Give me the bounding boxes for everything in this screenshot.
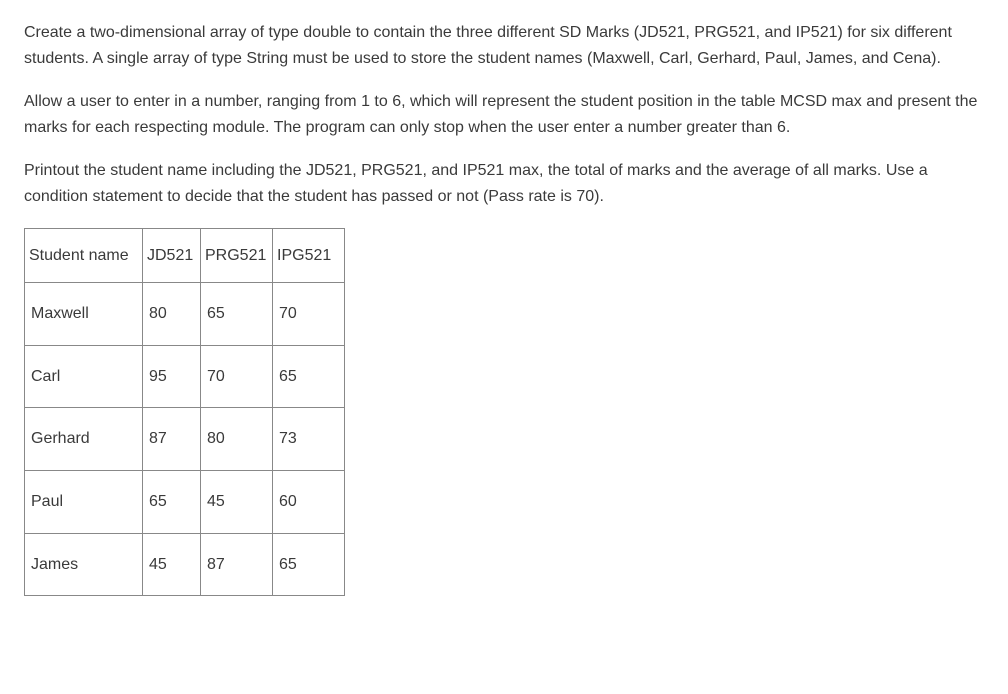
header-prg521: PRG521 [201, 228, 273, 283]
cell-jd521: 45 [143, 533, 201, 596]
cell-student-name: Carl [25, 345, 143, 408]
cell-jd521: 87 [143, 408, 201, 471]
table-row: James 45 87 65 [25, 533, 345, 596]
cell-jd521: 65 [143, 470, 201, 533]
cell-prg521: 80 [201, 408, 273, 471]
header-ipg521: IPG521 [273, 228, 345, 283]
cell-ipg521: 70 [273, 283, 345, 346]
paragraph-3: Printout the student name including the … [24, 158, 984, 209]
cell-student-name: Gerhard [25, 408, 143, 471]
cell-ipg521: 65 [273, 345, 345, 408]
cell-student-name: Paul [25, 470, 143, 533]
cell-jd521: 80 [143, 283, 201, 346]
cell-student-name: James [25, 533, 143, 596]
cell-prg521: 87 [201, 533, 273, 596]
cell-ipg521: 60 [273, 470, 345, 533]
table-row: Paul 65 45 60 [25, 470, 345, 533]
cell-prg521: 65 [201, 283, 273, 346]
marks-table: Student name JD521 PRG521 IPG521 Maxwell… [24, 228, 345, 597]
table-row: Maxwell 80 65 70 [25, 283, 345, 346]
paragraph-1: Create a two-dimensional array of type d… [24, 20, 984, 71]
cell-jd521: 95 [143, 345, 201, 408]
table-row: Gerhard 87 80 73 [25, 408, 345, 471]
cell-ipg521: 73 [273, 408, 345, 471]
table-header-row: Student name JD521 PRG521 IPG521 [25, 228, 345, 283]
header-student-name: Student name [25, 228, 143, 283]
cell-student-name: Maxwell [25, 283, 143, 346]
cell-prg521: 70 [201, 345, 273, 408]
header-jd521: JD521 [143, 228, 201, 283]
table-row: Carl 95 70 65 [25, 345, 345, 408]
paragraph-2: Allow a user to enter in a number, rangi… [24, 89, 984, 140]
cell-ipg521: 65 [273, 533, 345, 596]
cell-prg521: 45 [201, 470, 273, 533]
